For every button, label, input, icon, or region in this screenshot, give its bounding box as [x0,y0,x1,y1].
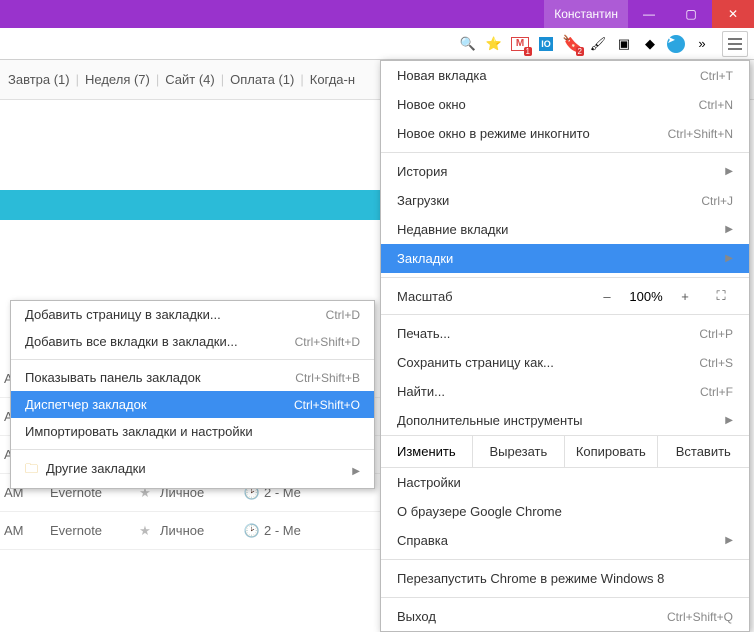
bookmarks-submenu: Добавить страницу в закладки...Ctrl+D До… [10,300,375,489]
tab-tomorrow[interactable]: Завтра (1) [8,72,70,87]
more-ext-icon[interactable]: » [692,34,712,54]
submenu-import[interactable]: Импортировать закладки и настройки [11,418,374,445]
evernote-icon[interactable]: ◆ [640,34,660,54]
chevron-right-icon: ▶ [725,415,733,426]
menu-edit-row: Изменить Вырезать Копировать Вставить [381,435,749,468]
menu-downloads[interactable]: ЗагрузкиCtrl+J [381,186,749,215]
chevron-right-icon: ▶ [725,166,733,177]
edit-paste[interactable]: Вставить [658,436,749,467]
star-icon[interactable]: ⭐ [484,34,504,54]
tab-payment[interactable]: Оплата (1) [230,72,294,87]
search-icon[interactable]: 🔍 [458,34,478,54]
menu-more-tools[interactable]: Дополнительные инструменты▶ [381,406,749,435]
chrome-main-menu: Новая вкладкаCtrl+T Новое окноCtrl+N Нов… [380,60,750,632]
tab-site[interactable]: Сайт (4) [165,72,214,87]
chevron-right-icon: ▶ [352,466,360,477]
menu-about[interactable]: О браузере Google Chrome [381,497,749,526]
extension-toolbar: 🔍 ⭐ M1 IO 🔖2 🖌 ▣ ◆ ➤ » [0,28,754,60]
menu-bookmarks[interactable]: Закладки▶ [381,244,749,273]
menu-find[interactable]: Найти...Ctrl+F [381,377,749,406]
menu-incognito[interactable]: Новое окно в режиме инкогнитоCtrl+Shift+… [381,119,749,148]
menu-history[interactable]: История▶ [381,157,749,186]
edit-cut[interactable]: Вырезать [473,436,565,467]
menu-settings[interactable]: Настройки [381,468,749,497]
telegram-icon[interactable]: ➤ [666,34,686,54]
window-titlebar: Константин — ▢ ✕ [0,0,754,28]
zoom-out-button[interactable]: – [593,289,621,304]
menu-help[interactable]: Справка▶ [381,526,749,555]
user-chip[interactable]: Константин [544,0,628,28]
submenu-add-page[interactable]: Добавить страницу в закладки...Ctrl+D [11,301,374,328]
menu-new-tab[interactable]: Новая вкладкаCtrl+T [381,61,749,90]
io-icon[interactable]: IO [536,34,556,54]
note-icon[interactable]: ▣ [614,34,634,54]
submenu-bookmark-manager[interactable]: Диспетчер закладокCtrl+Shift+O [11,391,374,418]
chevron-right-icon: ▶ [725,253,733,264]
close-button[interactable]: ✕ [712,0,754,28]
gmail-icon[interactable]: M1 [510,34,530,54]
menu-new-window[interactable]: Новое окноCtrl+N [381,90,749,119]
selected-row-bg [0,190,380,220]
menu-exit[interactable]: ВыходCtrl+Shift+Q [381,602,749,631]
brush-icon[interactable]: 🖌 [588,34,608,54]
maximize-button[interactable]: ▢ [670,0,712,28]
submenu-add-all-tabs[interactable]: Добавить все вкладки в закладки...Ctrl+S… [11,328,374,355]
tab-week[interactable]: Неделя (7) [85,72,150,87]
chevron-right-icon: ▶ [725,535,733,546]
menu-print[interactable]: Печать...Ctrl+P [381,319,749,348]
chrome-menu-button[interactable] [722,31,748,57]
minimize-button[interactable]: — [628,0,670,28]
zoom-in-button[interactable]: + [671,289,699,304]
folder-icon: 🗀 [25,461,38,476]
clock-icon: 🕑 [240,523,264,539]
list-item[interactable]: AMEvernote★Личное🕑2 - Me [0,512,380,550]
chevron-right-icon: ▶ [725,224,733,235]
star-icon[interactable]: ★ [130,523,160,539]
submenu-show-bar[interactable]: Показывать панель закладокCtrl+Shift+B [11,364,374,391]
tab-sometime[interactable]: Когда-н [310,72,355,87]
menu-restart-win8[interactable]: Перезапустить Chrome в режиме Windows 8 [381,564,749,593]
menu-zoom: Масштаб – 100% + ⛶ [381,282,749,310]
fullscreen-icon[interactable]: ⛶ [709,288,733,304]
edit-copy[interactable]: Копировать [565,436,657,467]
menu-save-page[interactable]: Сохранить страницу как...Ctrl+S [381,348,749,377]
tag-icon[interactable]: 🔖2 [562,34,582,54]
submenu-other-bookmarks[interactable]: 🗀Другие закладки▶ [11,454,374,488]
menu-recent-tabs[interactable]: Недавние вкладки▶ [381,215,749,244]
zoom-value: 100% [621,289,671,304]
